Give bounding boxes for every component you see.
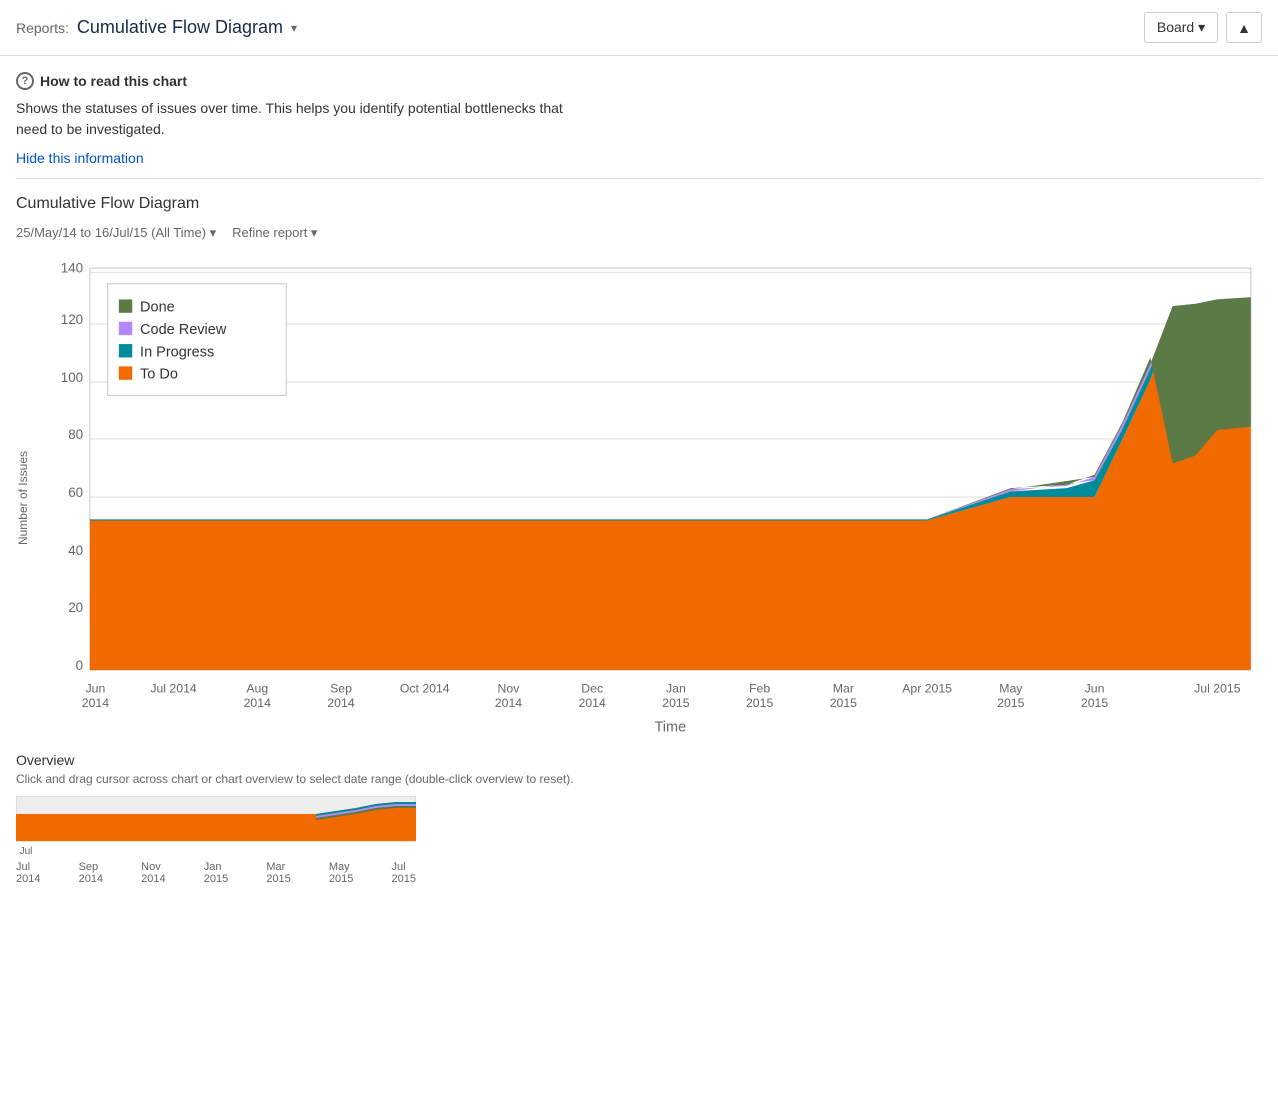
info-title-text: How to read this chart — [40, 73, 187, 89]
info-icon: ? — [16, 72, 34, 90]
svg-text:Aug: Aug — [246, 681, 268, 695]
main-chart-svg: 0 20 40 60 80 100 120 140 — [34, 257, 1262, 737]
svg-text:Done: Done — [140, 300, 175, 316]
svg-text:2014: 2014 — [327, 696, 354, 710]
svg-text:2014: 2014 — [82, 696, 109, 710]
chart-controls: 25/May/14 to 16/Jul/15 (All Time) ▾ Refi… — [16, 225, 1262, 241]
svg-text:To Do: To Do — [140, 367, 178, 383]
header-bar: Reports: Cumulative Flow Diagram ▾ Board… — [0, 0, 1278, 56]
hide-info-link[interactable]: Hide this information — [16, 150, 144, 166]
svg-text:Jan: Jan — [666, 681, 686, 695]
svg-text:Apr 2015: Apr 2015 — [902, 681, 952, 695]
info-description: Shows the statuses of issues over time. … — [16, 98, 576, 140]
svg-text:In Progress: In Progress — [140, 344, 214, 360]
svg-text:Sep: Sep — [330, 681, 352, 695]
overview-tick-may15: May2015 — [329, 861, 353, 885]
svg-text:40: 40 — [68, 543, 83, 558]
title-dropdown-arrow[interactable]: ▾ — [291, 21, 297, 35]
svg-text:Mar: Mar — [833, 681, 854, 695]
overview-x-axis: Jul2014 Sep2014 Nov2014 Jan2015 Mar2015 … — [16, 861, 416, 885]
refine-report-button[interactable]: Refine report ▾ — [232, 225, 317, 241]
overview-tick-mar15: Mar2015 — [266, 861, 290, 885]
svg-text:0: 0 — [76, 658, 83, 673]
svg-text:Jul: Jul — [20, 846, 33, 856]
header-right: Board ▾ ▲ — [1144, 12, 1262, 43]
overview-svg: Jul — [16, 796, 416, 856]
svg-text:May: May — [999, 681, 1023, 695]
collapse-button[interactable]: ▲ — [1226, 12, 1262, 43]
svg-text:Oct 2014: Oct 2014 — [400, 681, 450, 695]
info-section: ? How to read this chart Shows the statu… — [0, 56, 1278, 178]
overview-chart[interactable]: Jul Jul2014 Sep2014 Nov2014 Jan2015 Mar2… — [16, 796, 1262, 885]
reports-label: Reports: — [16, 20, 69, 36]
svg-text:2015: 2015 — [997, 696, 1024, 710]
svg-text:100: 100 — [61, 370, 83, 385]
svg-text:80: 80 — [68, 427, 83, 442]
chart-area: 0 20 40 60 80 100 120 140 — [34, 257, 1262, 740]
svg-text:2014: 2014 — [244, 696, 271, 710]
page-title: Cumulative Flow Diagram — [77, 17, 283, 38]
svg-text:2015: 2015 — [662, 696, 689, 710]
svg-text:Time: Time — [654, 719, 686, 735]
board-button[interactable]: Board ▾ — [1144, 12, 1218, 43]
svg-text:60: 60 — [68, 485, 83, 500]
overview-section: Overview Click and drag cursor across ch… — [0, 740, 1278, 897]
svg-text:Nov: Nov — [498, 681, 521, 695]
overview-tick-jul14: Jul2014 — [16, 861, 40, 885]
svg-text:20: 20 — [68, 600, 83, 615]
svg-text:Jul 2015: Jul 2015 — [1194, 681, 1241, 695]
svg-text:2014: 2014 — [579, 696, 606, 710]
overview-tick-sep14: Sep2014 — [79, 861, 103, 885]
overview-tick-jul15: Jul2015 — [391, 861, 415, 885]
chart-title: Cumulative Flow Diagram — [16, 195, 1262, 213]
svg-text:Code Review: Code Review — [140, 322, 227, 338]
svg-text:Jun: Jun — [86, 681, 106, 695]
svg-text:120: 120 — [61, 312, 83, 327]
svg-text:2014: 2014 — [495, 696, 522, 710]
date-range-button[interactable]: 25/May/14 to 16/Jul/15 (All Time) ▾ — [16, 225, 216, 241]
svg-text:Jun: Jun — [1085, 681, 1105, 695]
svg-text:Dec: Dec — [581, 681, 603, 695]
svg-text:140: 140 — [61, 261, 83, 276]
overview-tick-nov14: Nov2014 — [141, 861, 165, 885]
y-axis-label: Number of Issues — [16, 451, 30, 545]
overview-description: Click and drag cursor across chart or ch… — [16, 772, 1262, 786]
svg-text:2015: 2015 — [1081, 696, 1108, 710]
svg-text:Jul 2014: Jul 2014 — [150, 681, 197, 695]
svg-text:Feb: Feb — [749, 681, 770, 695]
info-title: ? How to read this chart — [16, 72, 1262, 90]
svg-text:2015: 2015 — [746, 696, 773, 710]
overview-title: Overview — [16, 752, 1262, 768]
chart-section: Cumulative Flow Diagram 25/May/14 to 16/… — [0, 179, 1278, 740]
chart-wrapper: Number of Issues 0 20 40 60 80 100 120 1… — [16, 257, 1262, 740]
overview-tick-jan15: Jan2015 — [204, 861, 228, 885]
header-left: Reports: Cumulative Flow Diagram ▾ — [16, 17, 297, 38]
svg-text:2015: 2015 — [830, 696, 857, 710]
